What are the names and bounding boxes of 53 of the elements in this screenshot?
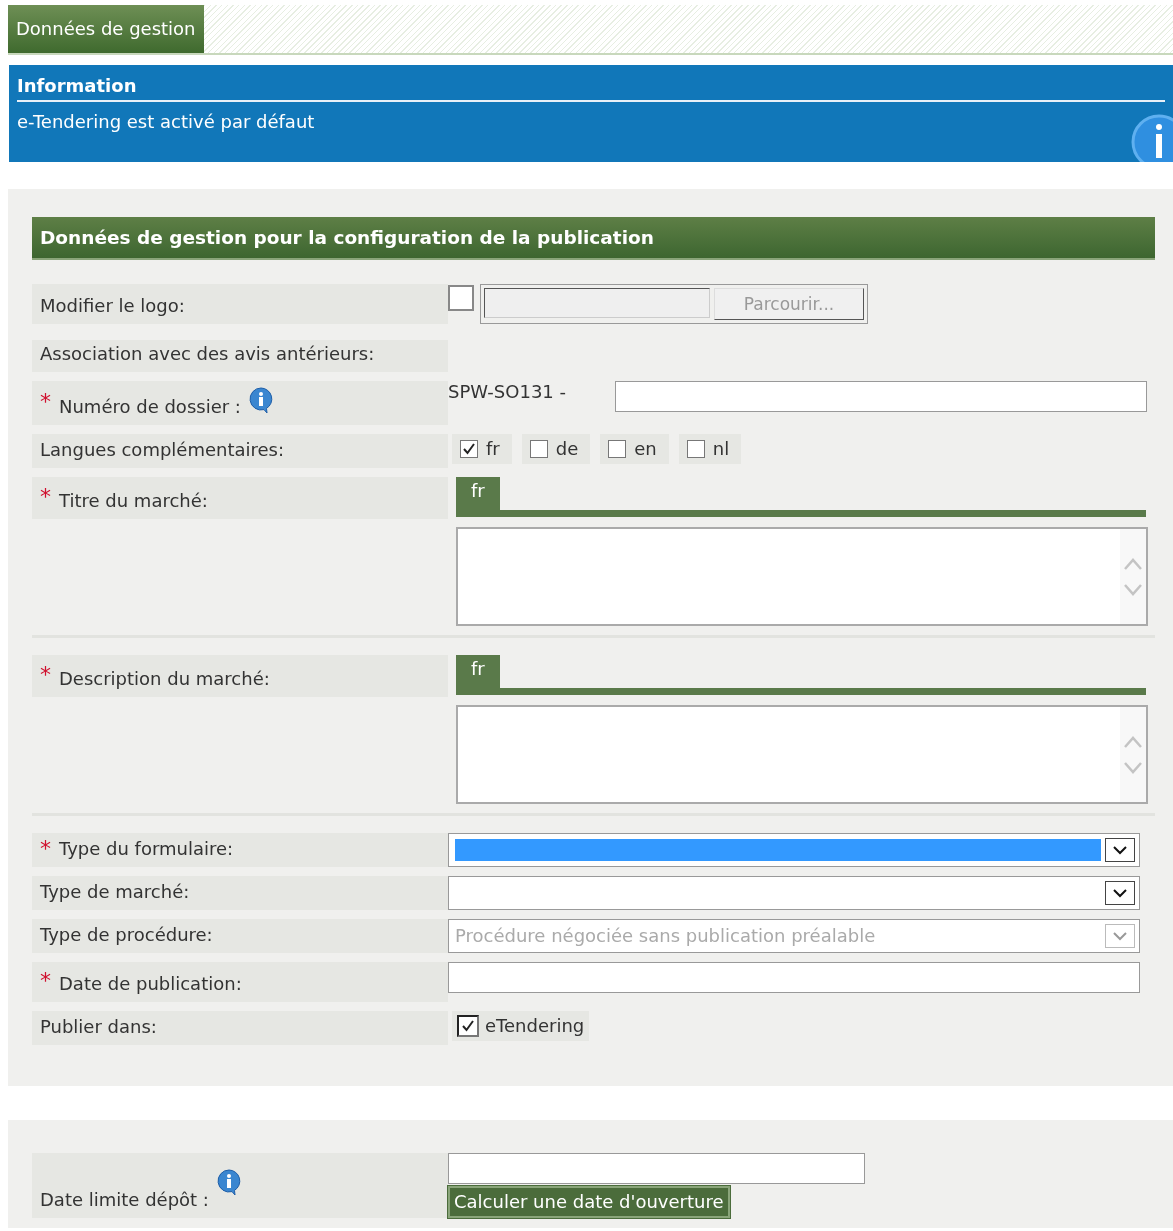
- input-field[interactable]: [615, 381, 1147, 412]
- field-label: Type de marché:: [40, 881, 190, 903]
- required-asterisk: *: [40, 667, 51, 682]
- info-title: Information: [17, 75, 1165, 102]
- info-message: e-Tendering est activé par défaut: [17, 110, 316, 133]
- browse-button[interactable]: Parcourir...: [714, 288, 864, 320]
- scroll-up-icon[interactable]: [1123, 556, 1143, 571]
- scroll-down-icon[interactable]: [1123, 760, 1143, 775]
- checkmark-icon: [462, 441, 476, 456]
- field-label: Date de publication:: [59, 973, 242, 995]
- caret-icon[interactable]: [1105, 838, 1135, 862]
- checkbox-label: en: [634, 438, 657, 460]
- field-label: Association avec des avis antérieurs:: [40, 343, 375, 365]
- checkbox[interactable]: [448, 285, 474, 311]
- text-area[interactable]: [456, 527, 1148, 626]
- checkbox-label: nl: [712, 438, 730, 460]
- checkbox[interactable]: [457, 1015, 479, 1037]
- field-label: Modifier le logo:: [40, 295, 185, 317]
- required-asterisk: *: [40, 973, 51, 988]
- caret-icon[interactable]: [1105, 881, 1135, 905]
- language-tab[interactable]: fr: [456, 655, 500, 688]
- tab[interactable]: Données de gestion: [8, 5, 204, 53]
- file-input[interactable]: Parcourir...: [480, 284, 868, 324]
- scroll-down-icon[interactable]: [1123, 582, 1143, 597]
- input-field[interactable]: [448, 1153, 865, 1184]
- section-header: Données de gestion pour la configuration de la publication: [32, 217, 1155, 260]
- field-label: Langues complémentaires:: [40, 439, 285, 461]
- input-field[interactable]: [448, 962, 1140, 993]
- checkbox-label: fr: [486, 438, 500, 460]
- field-label: Titre du marché:: [59, 490, 208, 512]
- field-label: Publier dans:: [40, 1016, 157, 1038]
- info-icon[interactable]: [214, 1167, 243, 1196]
- checkbox-label: eTendering: [485, 1015, 585, 1037]
- field-label: Type de procédure:: [40, 924, 213, 946]
- language-tab[interactable]: fr: [456, 477, 500, 510]
- field-label: Description du marché:: [59, 668, 270, 690]
- checkbox[interactable]: [686, 439, 705, 458]
- text-area[interactable]: [456, 705, 1148, 804]
- checkbox[interactable]: [529, 439, 548, 458]
- required-asterisk: *: [40, 489, 51, 504]
- info-icon[interactable]: [246, 385, 275, 414]
- checkbox[interactable]: [608, 439, 627, 458]
- field-label: Type du formulaire:: [59, 838, 234, 860]
- checkbox[interactable]: [460, 439, 478, 458]
- field-label: Date limite dépôt :: [40, 1189, 209, 1211]
- checkmark-icon: [461, 1019, 475, 1033]
- checkbox-label: de: [555, 438, 579, 460]
- field-label: Numéro de dossier :: [59, 396, 241, 418]
- required-asterisk: *: [40, 841, 51, 856]
- required-asterisk: *: [40, 394, 51, 409]
- calculate-button[interactable]: Calculer une date d'ouverture: [448, 1186, 730, 1218]
- dossier-prefix: SPW-SO131 -: [448, 381, 566, 403]
- scroll-up-icon[interactable]: [1123, 734, 1143, 749]
